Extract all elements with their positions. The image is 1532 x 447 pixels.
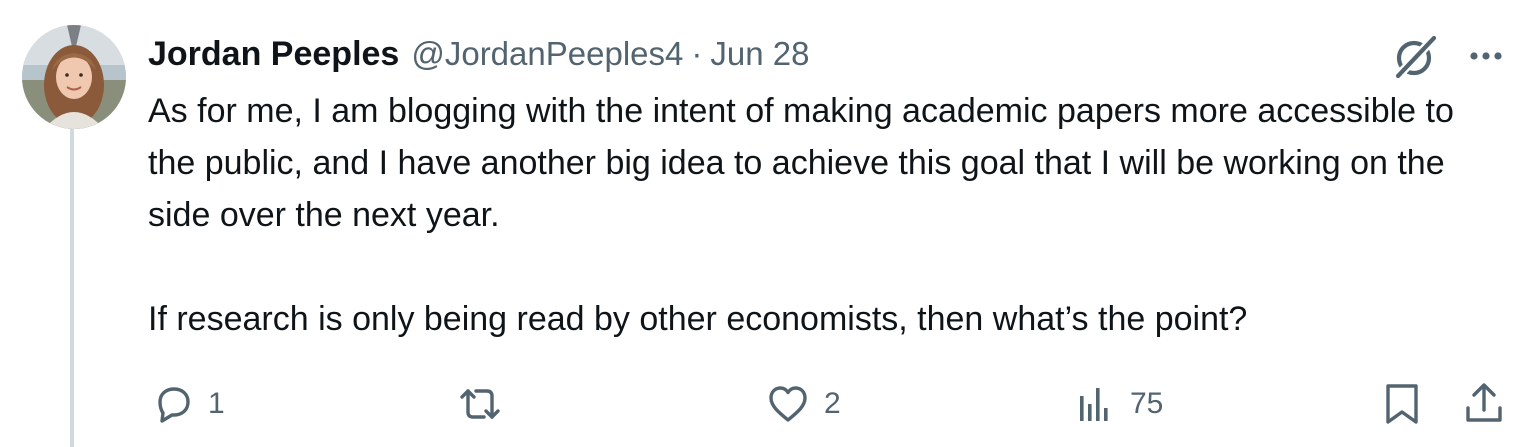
tweet-top-actions — [1390, 30, 1506, 82]
reply-count: 1 — [208, 387, 225, 420]
bookmark-button[interactable] — [1380, 380, 1424, 428]
separator-dot: · — [691, 35, 703, 72]
retweet-button[interactable] — [454, 380, 518, 428]
author-handle[interactable]: @JordanPeeples4 — [411, 35, 683, 73]
tweet-action-bar: 1 2 75 — [148, 380, 1508, 428]
tweet-header: Jordan Peeples @JordanPeeples4 · Jun 28 — [148, 30, 809, 78]
share-icon — [1466, 383, 1502, 422]
heart-icon — [769, 386, 807, 422]
author-name[interactable]: Jordan Peeples — [148, 35, 399, 74]
retweet-icon — [460, 389, 500, 419]
tweet-paragraph: If research is only being read by other … — [148, 300, 1248, 338]
views-button[interactable]: 75 — [1074, 380, 1163, 428]
share-button[interactable] — [1460, 380, 1508, 428]
grok-icon — [1393, 33, 1439, 81]
avatar-photo — [22, 25, 126, 129]
more-dots-icon — [1470, 52, 1502, 60]
like-count: 2 — [824, 387, 841, 420]
tweet-date[interactable]: Jun 28 — [710, 35, 809, 73]
views-icon — [1080, 388, 1108, 421]
like-button[interactable]: 2 — [764, 380, 841, 428]
reply-button[interactable]: 1 — [148, 380, 225, 428]
thread-connector-line — [70, 128, 74, 447]
more-button[interactable] — [1466, 36, 1506, 76]
reply-icon — [158, 387, 190, 423]
views-count: 75 — [1130, 387, 1164, 420]
grok-button[interactable] — [1390, 30, 1442, 82]
tweet-paragraph: As for me, I am blogging with the intent… — [148, 92, 1454, 234]
tweet-text: As for me, I am blogging with the intent… — [148, 85, 1508, 345]
bookmark-icon — [1386, 384, 1418, 424]
avatar[interactable] — [22, 25, 126, 129]
